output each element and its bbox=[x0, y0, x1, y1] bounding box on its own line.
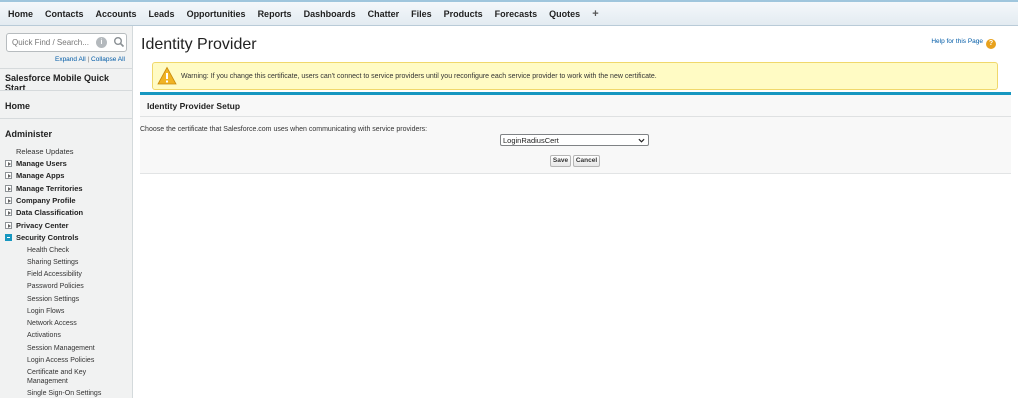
collapse-icon[interactable] bbox=[5, 234, 12, 241]
quick-find-input[interactable]: Quick Find / Search... i bbox=[6, 33, 127, 52]
tab-home[interactable]: Home bbox=[2, 9, 39, 19]
sidebar-item-manage-users[interactable]: Manage Users bbox=[5, 159, 67, 168]
search-icon[interactable] bbox=[113, 36, 125, 48]
sidebar-item-network-access[interactable]: Network Access bbox=[27, 319, 77, 328]
tab-reports[interactable]: Reports bbox=[252, 9, 298, 19]
sidebar-item-manage-apps[interactable]: Manage Apps bbox=[5, 171, 64, 180]
divider bbox=[0, 118, 133, 119]
sidebar-item-sharing-settings[interactable]: Sharing Settings bbox=[27, 258, 78, 267]
sidebar-item-session-management[interactable]: Session Management bbox=[27, 344, 95, 353]
panel-header: Identity Provider Setup bbox=[140, 95, 1011, 117]
sidebar-item-login-access-policies[interactable]: Login Access Policies bbox=[27, 356, 94, 365]
sidebar-item-certificate-key-management[interactable]: Certificate and Key Management bbox=[27, 368, 107, 386]
page-title: Identity Provider bbox=[141, 36, 257, 53]
identity-provider-setup-panel: Identity Provider Setup Choose the certi… bbox=[140, 92, 1011, 174]
save-button[interactable]: Save bbox=[550, 155, 571, 167]
sidebar-item-security-controls[interactable]: Security Controls bbox=[5, 233, 79, 242]
sidebar-item-login-flows[interactable]: Login Flows bbox=[27, 307, 64, 316]
sidebar-item-activations[interactable]: Activations bbox=[27, 331, 61, 340]
help-link[interactable]: Help for this Page? bbox=[931, 38, 996, 49]
sidebar-heading-administer: Administer bbox=[5, 129, 53, 139]
expand-icon[interactable] bbox=[5, 222, 12, 229]
top-nav: Home Contacts Accounts Leads Opportuniti… bbox=[0, 0, 1018, 26]
tab-files[interactable]: Files bbox=[405, 9, 438, 19]
certificate-select-value: LoginRadiusCert bbox=[503, 136, 559, 145]
tab-chatter[interactable]: Chatter bbox=[362, 9, 406, 19]
tab-products[interactable]: Products bbox=[438, 9, 489, 19]
sidebar-item-session-settings[interactable]: Session Settings bbox=[27, 295, 79, 304]
sidebar-item-password-policies[interactable]: Password Policies bbox=[27, 282, 84, 291]
add-tab-plus-icon[interactable]: + bbox=[586, 8, 604, 20]
chevron-down-icon bbox=[638, 138, 645, 143]
help-link-label[interactable]: Help for this Page bbox=[931, 38, 983, 45]
expand-collapse-links: Expand All | Collapse All bbox=[55, 56, 125, 63]
expand-icon[interactable] bbox=[5, 209, 12, 216]
expand-all-link[interactable]: Expand All bbox=[55, 56, 86, 63]
panel-title: Identity Provider Setup bbox=[147, 101, 241, 111]
tab-dashboards[interactable]: Dashboards bbox=[298, 9, 362, 19]
certificate-prompt: Choose the certificate that Salesforce.c… bbox=[140, 126, 428, 133]
tab-accounts[interactable]: Accounts bbox=[90, 9, 143, 19]
divider bbox=[0, 68, 133, 69]
sidebar-item-manage-territories[interactable]: Manage Territories bbox=[5, 184, 83, 193]
tab-opportunities[interactable]: Opportunities bbox=[181, 9, 252, 19]
sidebar-item-single-sign-on-settings[interactable]: Single Sign-On Settings bbox=[27, 389, 101, 398]
info-icon[interactable]: i bbox=[96, 37, 107, 48]
sidebar-item-health-check[interactable]: Health Check bbox=[27, 246, 69, 255]
warning-text: Warning: If you change this certificate,… bbox=[181, 73, 657, 80]
tab-contacts[interactable]: Contacts bbox=[39, 9, 90, 19]
sidebar-item-privacy-center[interactable]: Privacy Center bbox=[5, 221, 69, 230]
expand-icon[interactable] bbox=[5, 185, 12, 192]
sidebar-item-data-classification[interactable]: Data Classification bbox=[5, 208, 83, 217]
warning-message: Warning: If you change this certificate,… bbox=[152, 62, 998, 90]
sidebar-item-field-accessibility[interactable]: Field Accessibility bbox=[27, 270, 82, 279]
tab-leads[interactable]: Leads bbox=[143, 9, 181, 19]
cancel-button[interactable]: Cancel bbox=[573, 155, 600, 167]
quick-find-placeholder: Quick Find / Search... bbox=[12, 38, 89, 47]
expand-icon[interactable] bbox=[5, 172, 12, 179]
collapse-all-link[interactable]: Collapse All bbox=[91, 56, 125, 63]
link-separator: | bbox=[87, 56, 90, 63]
help-icon[interactable]: ? bbox=[986, 39, 996, 49]
tab-quotes[interactable]: Quotes bbox=[543, 9, 586, 19]
expand-icon[interactable] bbox=[5, 160, 12, 167]
sidebar-item-company-profile[interactable]: Company Profile bbox=[5, 196, 76, 205]
tab-forecasts[interactable]: Forecasts bbox=[489, 9, 544, 19]
main-content: Identity Provider Help for this Page? Wa… bbox=[134, 26, 1018, 398]
sidebar-item-release-updates[interactable]: Release Updates bbox=[16, 147, 74, 156]
setup-sidebar: Quick Find / Search... i Expand All | Co… bbox=[0, 26, 133, 398]
expand-icon[interactable] bbox=[5, 197, 12, 204]
warning-icon bbox=[157, 66, 177, 85]
certificate-select[interactable]: LoginRadiusCert bbox=[500, 134, 649, 146]
sidebar-item-home[interactable]: Home bbox=[5, 101, 30, 111]
divider bbox=[0, 90, 133, 91]
